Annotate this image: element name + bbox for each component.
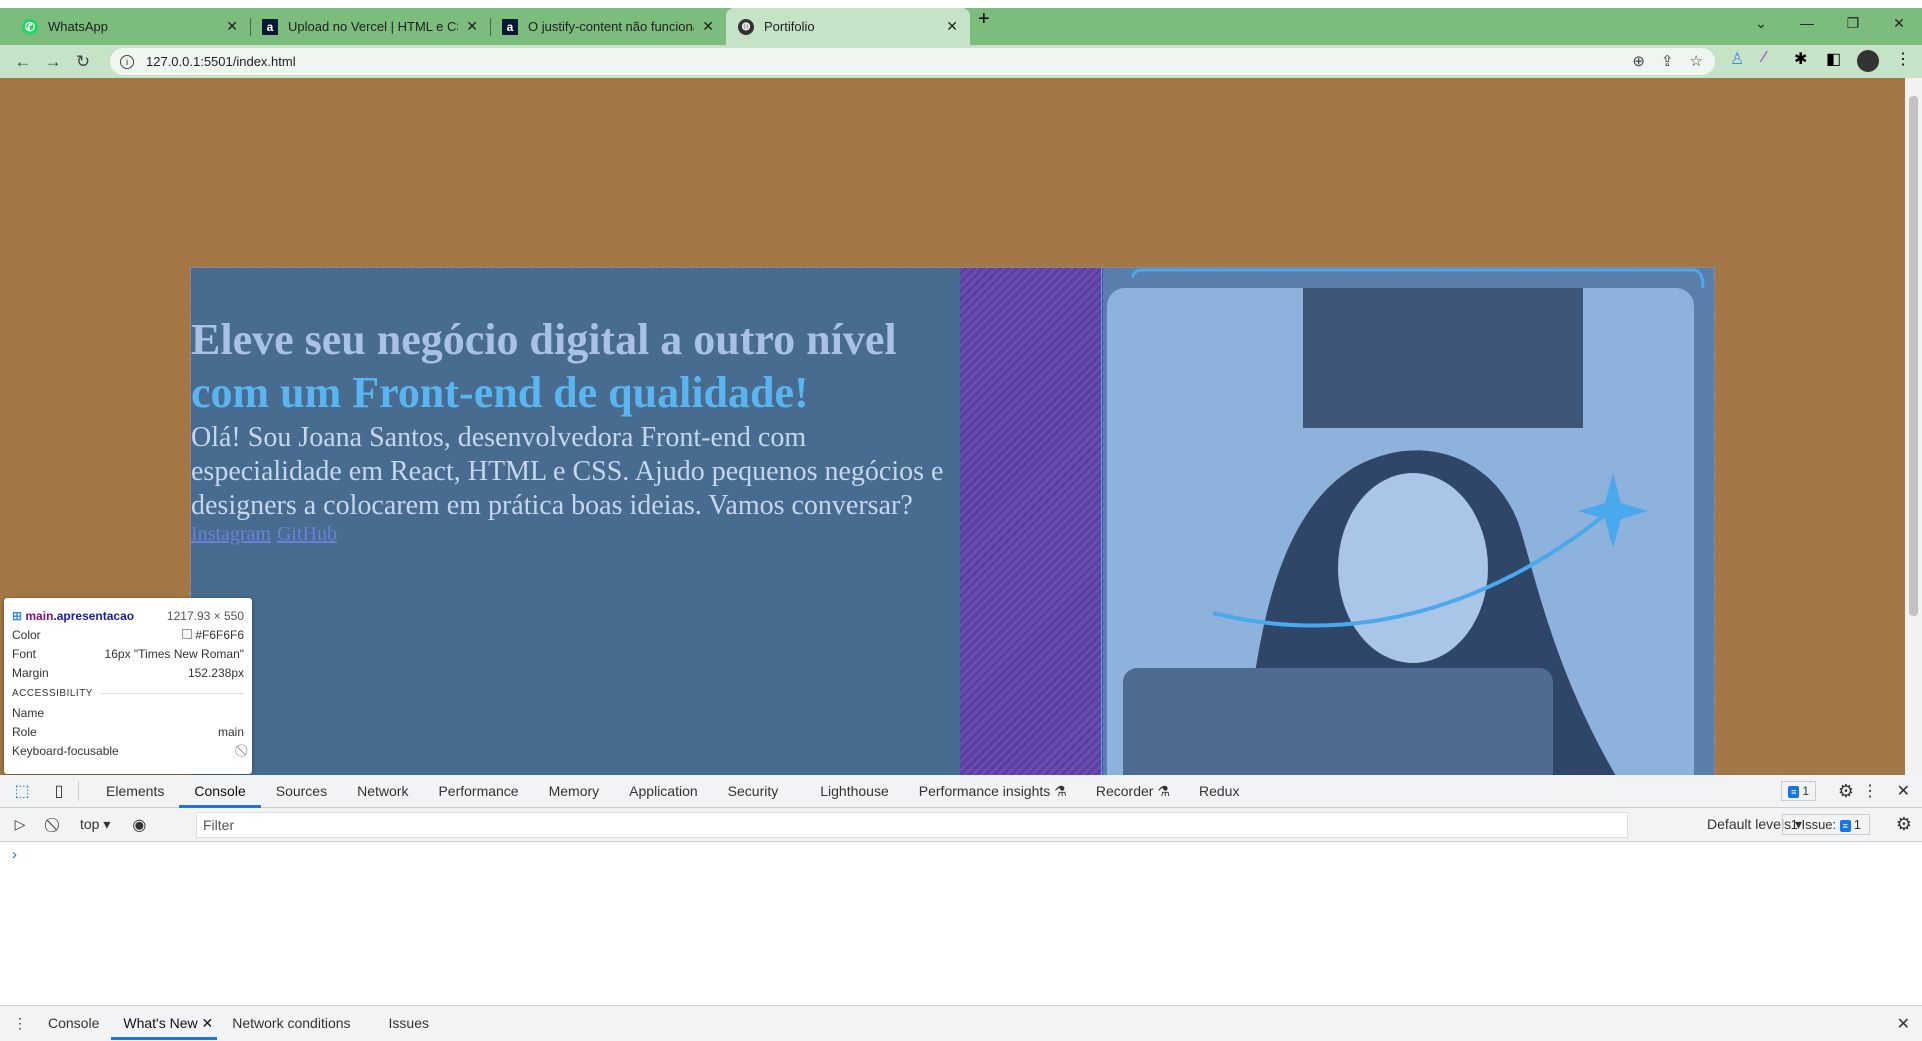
alura-icon: a: [502, 18, 518, 35]
restore-button[interactable]: ❐: [1830, 8, 1876, 38]
new-tab-button[interactable]: +: [978, 8, 990, 31]
github-link[interactable]: GitHub: [277, 523, 337, 545]
divider: [78, 781, 79, 801]
tab-memory[interactable]: Memory: [534, 775, 615, 808]
forward-button[interactable]: →: [38, 52, 68, 72]
console-prompt-icon[interactable]: ›: [12, 846, 17, 863]
drawer-tab-network-conditions[interactable]: Network conditions: [217, 1007, 365, 1040]
close-devtools-icon[interactable]: ✕: [1897, 781, 1910, 801]
inspector-tooltip: ⊞ main.apresentacao 1217.93 × 550 Color #…: [4, 598, 252, 774]
tab-performance-insights[interactable]: Performance insights: [904, 775, 1055, 808]
scrollbar-thumb[interactable]: [1909, 96, 1918, 616]
info-icon[interactable]: i: [120, 54, 134, 69]
page-scrollbar[interactable]: [1905, 78, 1922, 775]
drawer-tab-console[interactable]: Console: [40, 1007, 111, 1040]
page-heading: Eleve seu negócio digital a outro nível c…: [191, 315, 897, 417]
tab-redux[interactable]: Redux: [1184, 775, 1254, 808]
address-toolbar: ← → ↻ i 127.0.0.1:5501/index.html ⊕ ⇪ ☆ …: [0, 45, 1922, 78]
close-tab-icon[interactable]: ✕: [946, 18, 958, 35]
messages-button[interactable]: ≡ 1: [1781, 781, 1816, 801]
avatar[interactable]: [1857, 50, 1879, 72]
close-tab-icon: ✕: [201, 1015, 214, 1031]
tab-upload-vercel[interactable]: a Upload no Vercel | HTML e CSS: t ✕: [250, 8, 490, 45]
extensions-puzzle-icon[interactable]: ✱: [1794, 49, 1807, 69]
drawer-tabbar: ⋮ Console What's New ✕ Network condition…: [0, 1005, 1922, 1041]
intro-text: Olá! Sou Joana Santos, desenvolvedora Fr…: [191, 422, 944, 521]
address-bar[interactable]: i 127.0.0.1:5501/index.html ⊕ ⇪ ☆: [110, 48, 1715, 75]
tab-elements[interactable]: Elements: [91, 775, 179, 808]
minimize-button[interactable]: —: [1784, 8, 1830, 38]
color-swatch: [181, 628, 192, 639]
url-text[interactable]: 127.0.0.1:5501/index.html: [146, 54, 296, 69]
gap-highlight: [960, 268, 1103, 775]
console-toolbar: ▷ ⃠ top ▾ ◉ Filter Default levels ▾ 1 Is…: [0, 808, 1922, 842]
profile-photo: [1103, 268, 1714, 775]
window-controls: ⌄ — ❐ ✕: [1738, 8, 1922, 38]
tab-search-icon[interactable]: ⌄: [1738, 8, 1784, 38]
tab-console[interactable]: Console: [179, 775, 261, 808]
share-icon[interactable]: ⇪: [1661, 52, 1674, 70]
page-viewport: Eleve seu negócio digital a outro nível c…: [0, 78, 1905, 775]
context-select[interactable]: top ▾: [80, 816, 110, 833]
tab-whatsapp[interactable]: ✆ WhatsApp ✕: [10, 8, 250, 45]
drawer-tab-whats-new[interactable]: What's New ✕: [111, 1007, 218, 1040]
globe-icon: ◍: [738, 18, 754, 35]
tab-application[interactable]: Application: [614, 775, 713, 808]
main-apresentacao: Eleve seu negócio digital a outro nível c…: [190, 267, 1715, 775]
tab-justify-content[interactable]: a O justify-content não funciona | H ✕: [490, 8, 726, 45]
issues-button[interactable]: 1 Issue: ≡ 1: [1781, 814, 1870, 835]
container-border: [1101, 268, 1102, 775]
pen-extension-icon[interactable]: ⁄: [1763, 49, 1766, 67]
drawer-menu-icon[interactable]: ⋮: [0, 1015, 40, 1032]
back-button[interactable]: ←: [8, 52, 38, 72]
inspect-element-icon[interactable]: ⬚: [0, 781, 44, 801]
instagram-link[interactable]: Instagram: [191, 523, 271, 545]
menu-icon[interactable]: ⋮: [1895, 49, 1911, 69]
tab-recorder[interactable]: Recorder: [1081, 775, 1158, 808]
extension-icon[interactable]: ♙: [1730, 49, 1744, 69]
device-toolbar-icon[interactable]: ▯: [44, 781, 74, 801]
close-drawer-icon[interactable]: ✕: [1897, 1014, 1910, 1034]
tab-network[interactable]: Network: [342, 775, 423, 808]
whatsapp-icon: ✆: [22, 18, 38, 35]
sidebar-toggle-icon[interactable]: ▷: [0, 816, 40, 833]
tab-lighthouse[interactable]: Lighthouse: [805, 775, 904, 808]
experiment-flask-icon: ⚗: [1054, 782, 1067, 799]
close-tab-icon[interactable]: ✕: [226, 18, 238, 35]
social-links: Instagram GitHub: [191, 523, 960, 546]
close-tab-icon[interactable]: ✕: [466, 18, 478, 35]
bookmark-star-icon[interactable]: ☆: [1690, 52, 1703, 70]
alura-icon: a: [262, 18, 278, 35]
message-icon: ≡: [1788, 786, 1800, 798]
live-expression-eye-icon[interactable]: ◉: [132, 815, 146, 835]
console-output[interactable]: ›: [0, 842, 1922, 1005]
side-panel-icon[interactable]: ◧: [1826, 49, 1841, 69]
more-options-icon[interactable]: ⋮: [1862, 781, 1878, 801]
tab-security[interactable]: Security: [713, 775, 794, 808]
intro-section: Eleve seu negócio digital a outro nível c…: [191, 313, 960, 546]
console-settings-icon[interactable]: ⚙: [1896, 814, 1912, 835]
settings-gear-icon[interactable]: ⚙: [1838, 781, 1854, 802]
tab-sources[interactable]: Sources: [261, 775, 342, 808]
clear-console-icon[interactable]: ⃠: [40, 816, 70, 833]
tab-portifolio[interactable]: ◍ Portifolio ✕: [726, 8, 970, 45]
drawer-tab-issues[interactable]: Issues: [374, 1007, 444, 1040]
devtools-tabbar: ⬚ ▯ Elements Console Sources Network Per…: [0, 775, 1922, 808]
tab-bar: ✆ WhatsApp ✕ a Upload no Vercel | HTML e…: [0, 8, 1922, 45]
zoom-icon[interactable]: ⊕: [1632, 52, 1645, 70]
experiment-flask-icon: ⚗: [1157, 782, 1170, 799]
reload-button[interactable]: ↻: [68, 52, 98, 72]
tab-performance[interactable]: Performance: [423, 775, 533, 808]
window-top: [0, 0, 1922, 8]
close-window-button[interactable]: ✕: [1876, 8, 1922, 38]
close-tab-icon[interactable]: ✕: [702, 18, 714, 35]
issue-icon: ≡: [1839, 820, 1851, 832]
filter-input[interactable]: Filter: [196, 812, 1628, 838]
grid-icon: ⊞: [12, 608, 26, 623]
